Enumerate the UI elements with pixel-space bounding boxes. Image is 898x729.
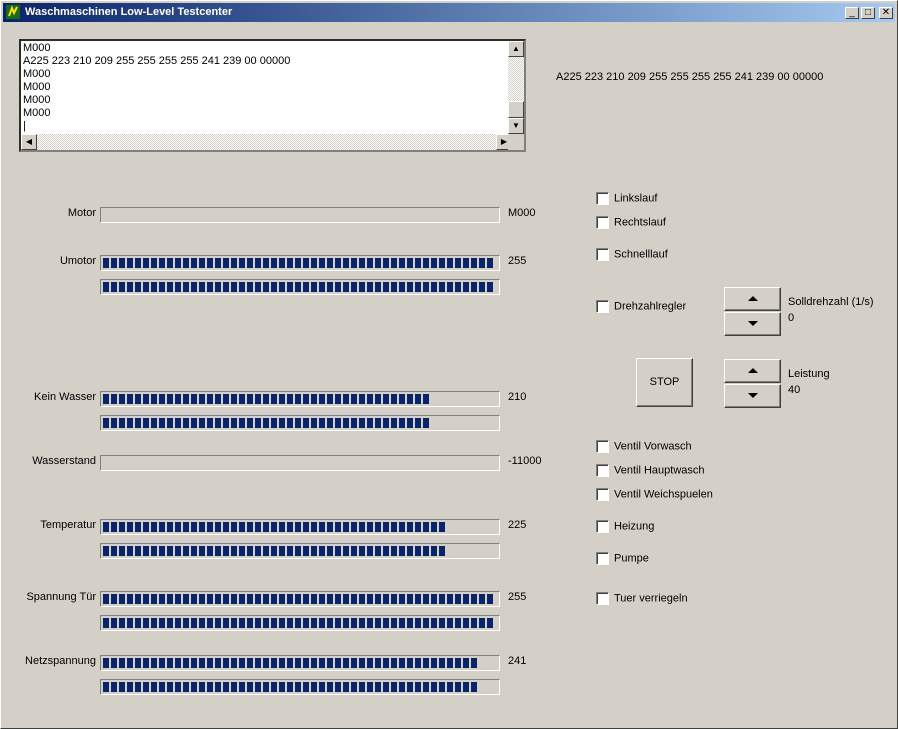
kein-wasser-progress-1 <box>100 391 500 407</box>
spannung-tuer-progress-2 <box>100 615 500 631</box>
netzspannung-progress-2 <box>100 679 500 695</box>
checkbox-box[interactable] <box>596 520 609 533</box>
leistung-down-button[interactable] <box>724 384 781 408</box>
motor-progress <box>100 207 500 223</box>
arrow-up-icon <box>747 368 758 373</box>
checkbox-box[interactable] <box>596 192 609 205</box>
scroll-down-icon[interactable]: ▼ <box>508 118 524 134</box>
spannung-tuer-progress-1 <box>100 591 500 607</box>
maximize-button[interactable]: □ <box>861 7 875 19</box>
checkbox-label: Heizung <box>614 520 655 533</box>
solldrehzahl-label: Solldrehzahl (1/s) <box>788 296 874 308</box>
checkbox-box[interactable] <box>596 440 609 453</box>
checkbox-pumpe[interactable]: Pumpe <box>596 552 649 565</box>
temperatur-progress-1 <box>100 519 500 535</box>
checkbox-rechtslauf[interactable]: Rechtslauf <box>596 216 666 229</box>
motor-label: Motor <box>67 207 96 219</box>
checkbox-label: Ventil Vorwasch <box>614 440 692 453</box>
scroll-corner <box>508 134 524 150</box>
checkbox-schnelllauf[interactable]: Schnelllauf <box>596 248 668 261</box>
checkbox-box[interactable] <box>596 464 609 477</box>
checkbox-box[interactable] <box>596 552 609 565</box>
checkbox-box[interactable] <box>596 216 609 229</box>
kein-wasser-progress-2 <box>100 415 500 431</box>
netzspannung-label: Netzspannung <box>25 655 96 667</box>
temperatur-value: 225 <box>508 519 527 531</box>
wasserstand-progress <box>100 455 500 471</box>
checkbox-tuer-verriegeln[interactable]: Tuer verriegeln <box>596 592 688 605</box>
checkbox-label: Tuer verriegeln <box>614 592 688 605</box>
log-vertical-scrollbar[interactable]: ▲ ▼ <box>508 41 524 134</box>
close-button[interactable]: ✕ <box>879 7 893 19</box>
wasserstand-value: -11000 <box>508 455 542 467</box>
leistung-up-button[interactable] <box>724 359 781 383</box>
log-horizontal-scrollbar[interactable]: ◀ ▶ <box>21 134 512 150</box>
checkbox-label: Ventil Weichspuelen <box>614 488 713 501</box>
scroll-up-icon[interactable]: ▲ <box>508 41 524 57</box>
scroll-left-icon[interactable]: ◀ <box>21 134 37 150</box>
app-icon <box>6 5 20 19</box>
vertical-scroll-thumb[interactable] <box>508 101 524 118</box>
title-bar[interactable]: Waschmaschinen Low-Level Testcenter _ □ … <box>3 3 895 22</box>
checkbox-label: Ventil Hauptwasch <box>614 464 705 477</box>
temperatur-label: Temperatur <box>40 519 96 531</box>
checkbox-label: Drehzahlregler <box>614 300 687 313</box>
checkbox-box[interactable] <box>596 488 609 501</box>
window-title: Waschmaschinen Low-Level Testcenter <box>25 6 233 18</box>
temperatur-progress-2 <box>100 543 500 559</box>
stop-button[interactable]: STOP <box>636 358 693 407</box>
umotor-progress-2 <box>100 279 500 295</box>
log-textarea[interactable]: M000 A225 223 210 209 255 255 255 255 24… <box>19 39 526 152</box>
umotor-progress-1 <box>100 255 500 271</box>
spannung-tuer-label: Spannung Tür <box>26 591 96 603</box>
minimize-button[interactable]: _ <box>845 7 859 19</box>
arrow-down-icon <box>747 321 758 326</box>
checkbox-label: Schnelllauf <box>614 248 668 261</box>
checkbox-ventil-weichspuelen[interactable]: Ventil Weichspuelen <box>596 488 713 501</box>
checkbox-label: Rechtslauf <box>614 216 666 229</box>
arrow-down-icon <box>747 393 758 398</box>
arrow-up-icon <box>747 296 758 301</box>
umotor-label: Umotor <box>59 255 96 267</box>
checkbox-linkslauf[interactable]: Linkslauf <box>596 192 657 205</box>
motor-value: M000 <box>508 207 536 219</box>
netzspannung-value: 241 <box>508 655 527 667</box>
solldrehzahl-value: 0 <box>788 312 795 324</box>
checkbox-label: Pumpe <box>614 552 649 565</box>
netzspannung-progress-1 <box>100 655 500 671</box>
checkbox-label: Linkslauf <box>614 192 658 205</box>
wasserstand-label: Wasserstand <box>32 455 96 467</box>
checkbox-ventil-vorwasch[interactable]: Ventil Vorwasch <box>596 440 692 453</box>
status-readout: A225 223 210 209 255 255 255 255 241 239… <box>556 71 824 83</box>
umotor-value: 255 <box>508 255 527 267</box>
checkbox-ventil-hauptwasch[interactable]: Ventil Hauptwasch <box>596 464 705 477</box>
checkbox-box[interactable] <box>596 592 609 605</box>
checkbox-box[interactable] <box>596 300 609 313</box>
leistung-value: 40 <box>788 384 801 396</box>
solldrehzahl-up-button[interactable] <box>724 287 781 311</box>
kein-wasser-label: Kein Wasser <box>34 391 96 403</box>
spannung-tuer-value: 255 <box>508 591 527 603</box>
solldrehzahl-down-button[interactable] <box>724 312 781 336</box>
checkbox-heizung[interactable]: Heizung <box>596 520 654 533</box>
leistung-label: Leistung <box>788 368 830 380</box>
checkbox-box[interactable] <box>596 248 609 261</box>
log-text: M000 A225 223 210 209 255 255 255 255 24… <box>23 42 291 132</box>
kein-wasser-value: 210 <box>508 391 527 403</box>
checkbox-drehzahlregler[interactable]: Drehzahlregler <box>596 300 686 313</box>
